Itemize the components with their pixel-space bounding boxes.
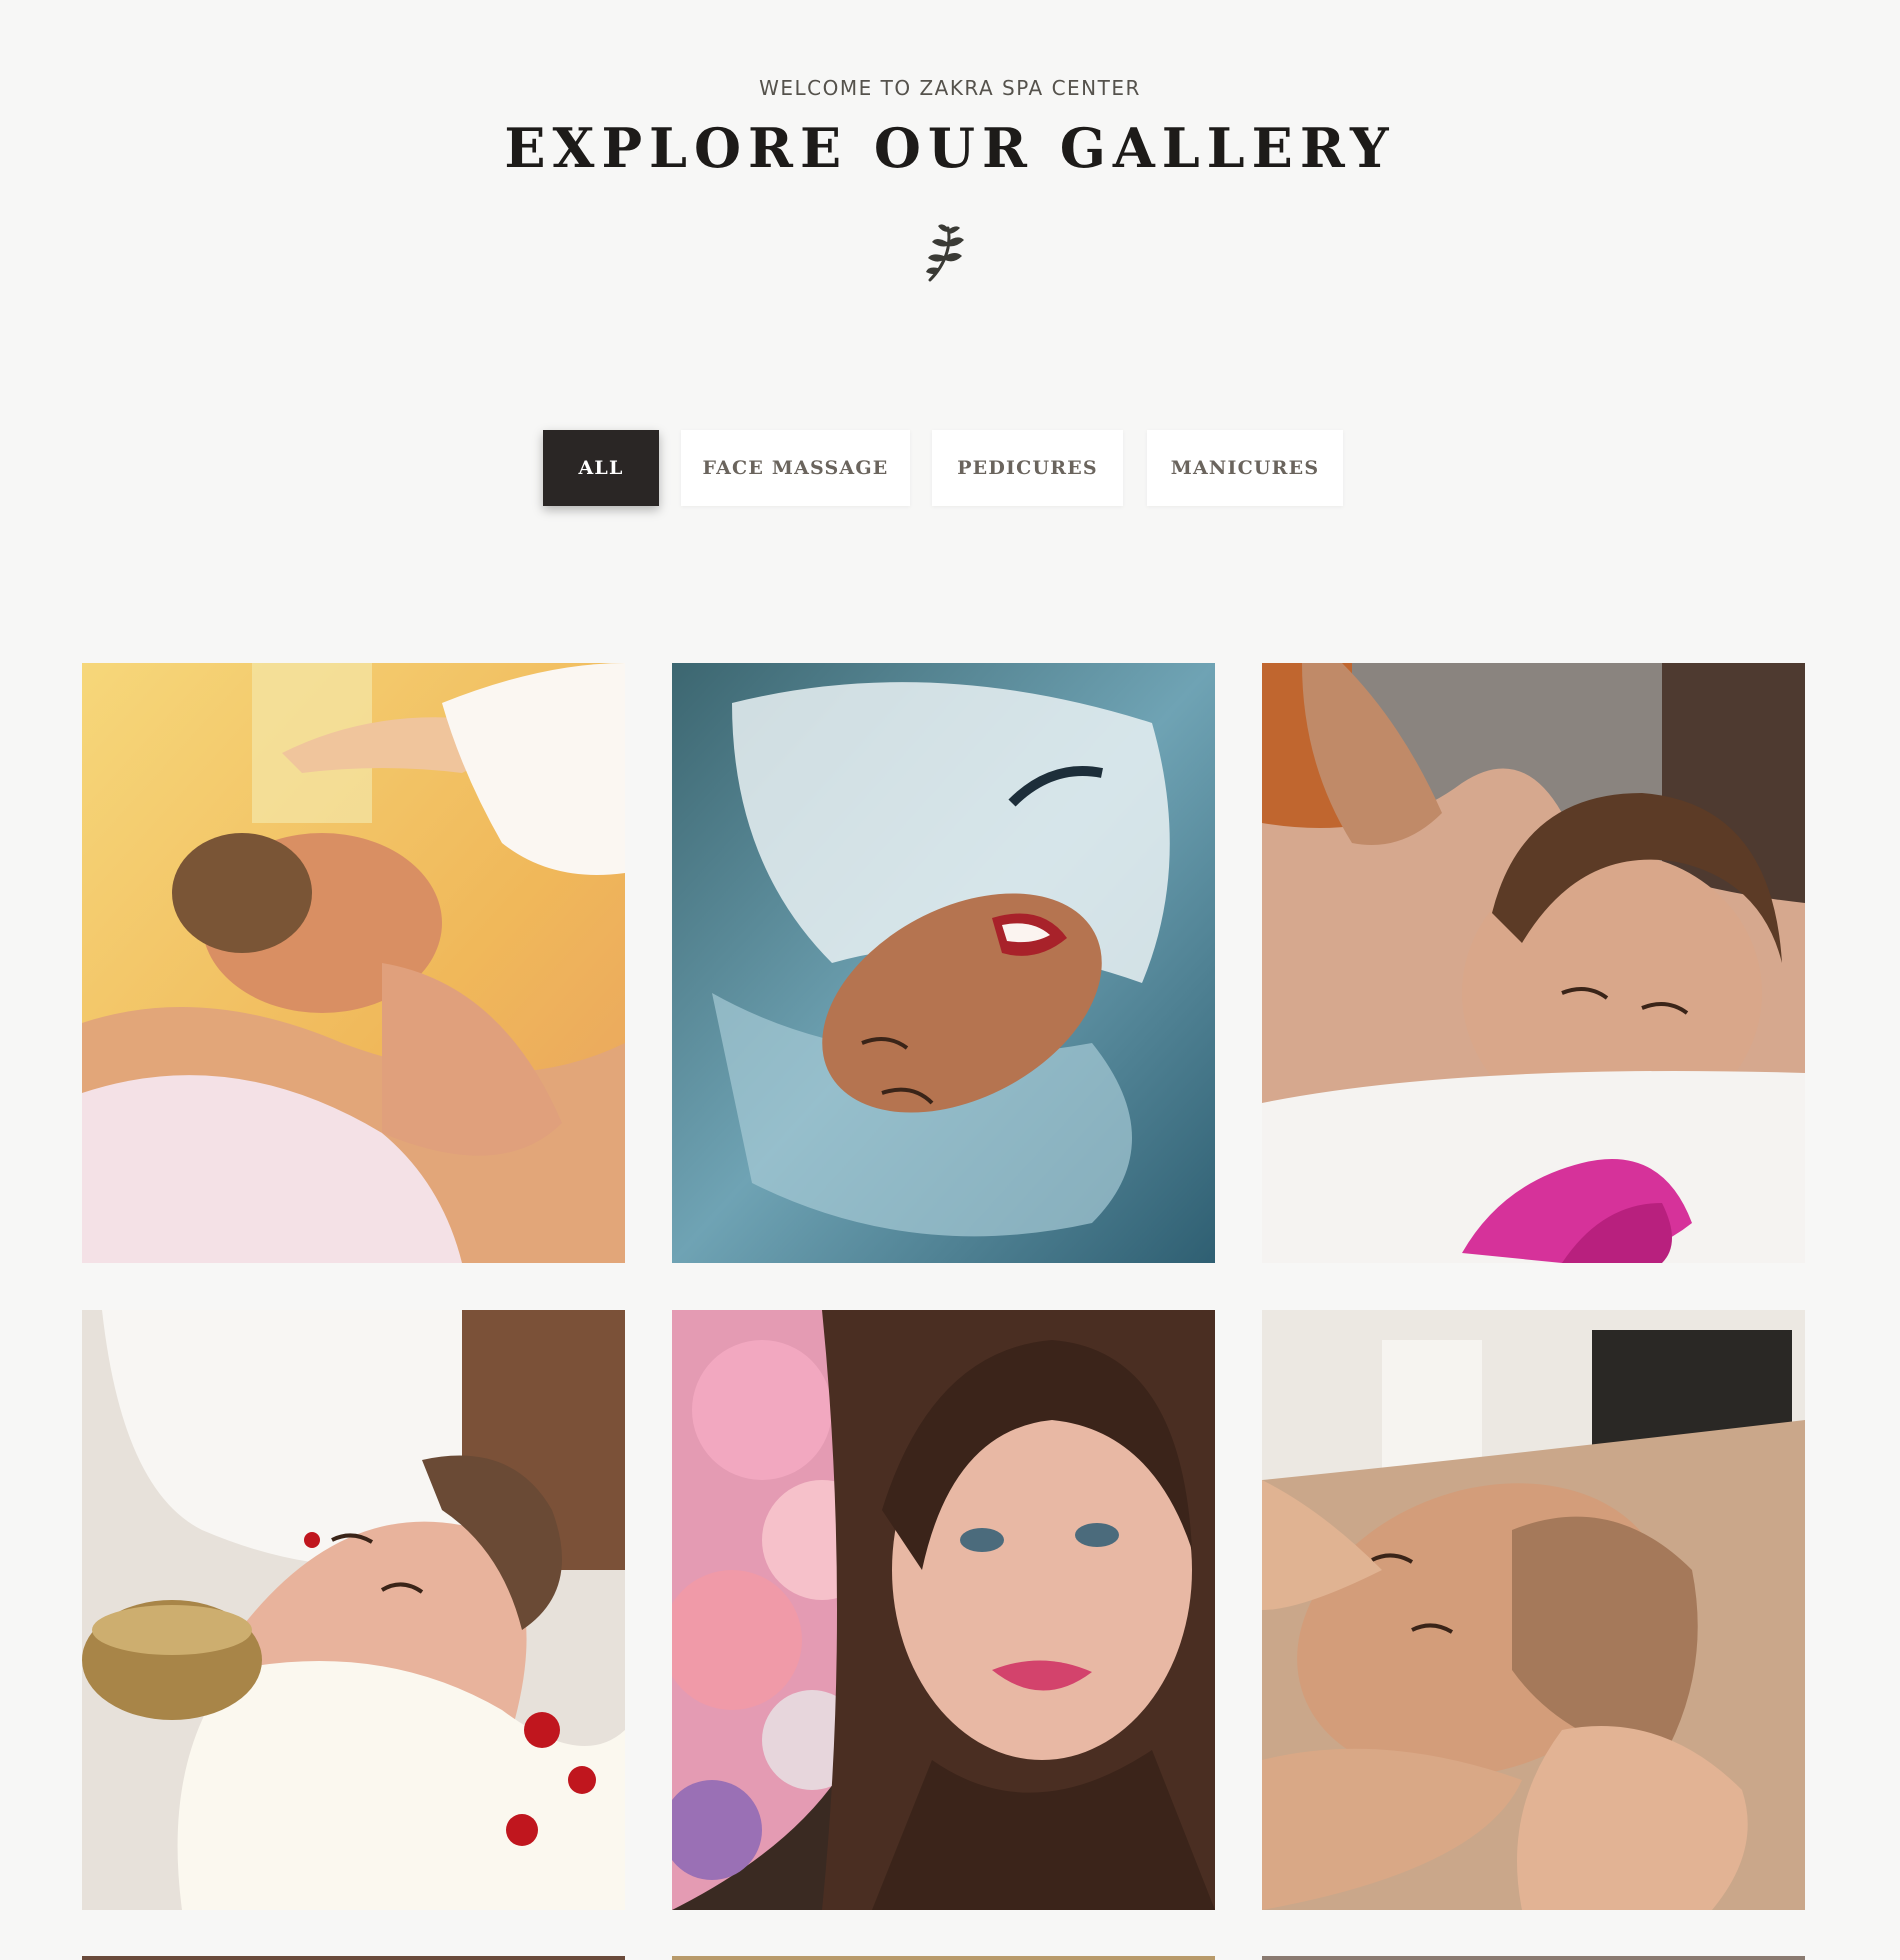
gallery-item-orchid-massage[interactable] [1262, 663, 1805, 1263]
filter-manicures-button[interactable]: MANICURES [1147, 430, 1343, 506]
gallery-image [82, 1310, 625, 1910]
gallery-filter-bar: ALL FACE MASSAGE PEDICURES MANICURES [0, 430, 1900, 506]
gallery-item-singing-bowl[interactable] [82, 1310, 625, 1910]
gallery-image [82, 663, 625, 1263]
gallery-item-row3-3[interactable] [1262, 1956, 1805, 1960]
gallery-image [672, 1310, 1215, 1910]
gallery-image [1262, 663, 1805, 1263]
gallery-item-row3-1[interactable] [82, 1956, 625, 1960]
filter-pedicures-button[interactable]: PEDICURES [932, 430, 1123, 506]
gallery-image [672, 663, 1215, 1263]
gallery-item-row3-2[interactable] [672, 1956, 1215, 1960]
gallery-item-flower-portrait[interactable] [672, 1310, 1215, 1910]
gallery-image [1262, 1310, 1805, 1910]
filter-face-massage-button[interactable]: FACE MASSAGE [681, 430, 910, 506]
section-title: EXPLORE OUR GALLERY [504, 116, 1396, 180]
filter-all-button[interactable]: ALL [543, 430, 659, 506]
leaf-icon [926, 224, 964, 282]
gallery-item-neck-massage[interactable] [1262, 1310, 1805, 1910]
gallery-item-floating-pool[interactable] [672, 663, 1215, 1263]
section-subtitle: WELCOME TO ZAKRA SPA CENTER [759, 76, 1141, 100]
gallery-item-back-massage[interactable] [82, 663, 625, 1263]
